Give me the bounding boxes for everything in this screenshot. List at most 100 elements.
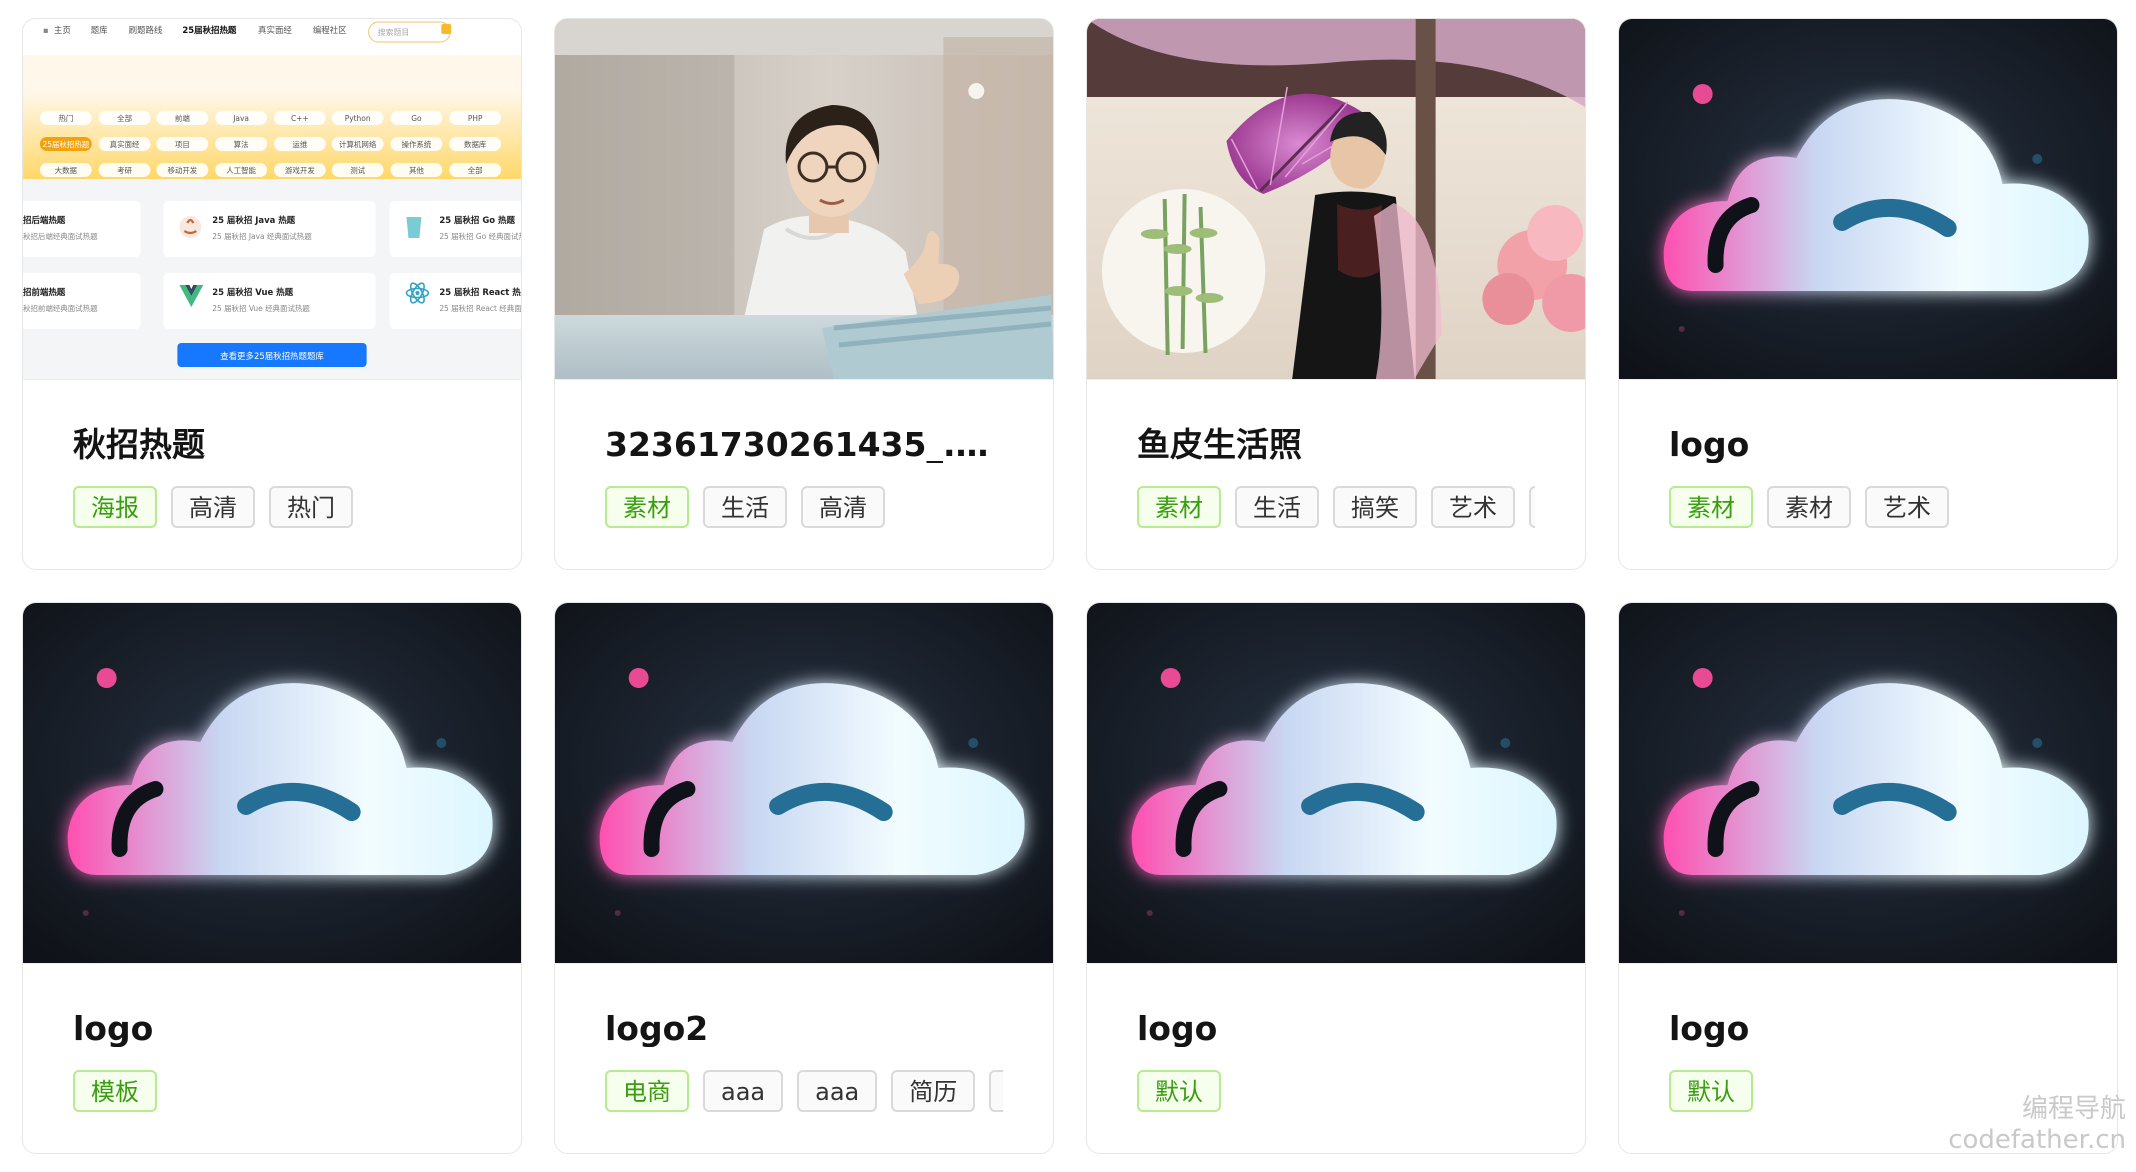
preview-item-desc: 秋招前端经典面试热题 — [23, 303, 98, 313]
category-tag[interactable]: 默认 — [1669, 1070, 1753, 1113]
website-screenshot-image: ▪ 主页 题库 刷题路线 25届秋招热题 真实面经 编程社区 搜索题目 热门 全… — [23, 19, 521, 379]
cloud-logo-image — [1087, 603, 1585, 963]
category-tag[interactable]: 模板 — [73, 1070, 157, 1113]
card-tags: 素材 生活 高清 — [605, 486, 1003, 529]
preview-chip: 25届秋招热题 — [42, 139, 89, 149]
picture-card[interactable]: logo 素材 素材 艺术 — [1618, 18, 2118, 570]
preview-chip: Python — [345, 114, 371, 123]
preview-chip: 热门 — [58, 113, 73, 123]
preview-item-desc: 25 届秋招 Vue 经典面试热题 — [212, 303, 310, 313]
card-meta: logo 模板 — [73, 1011, 471, 1113]
tag[interactable]: 高清 — [801, 486, 885, 529]
card-title: logo — [1669, 1011, 1750, 1048]
preview-chip: 人工智能 — [226, 165, 256, 175]
card-meta: 秋招热题 海报 高清 热门 — [73, 427, 471, 529]
tag[interactable]: 生活 — [1235, 486, 1319, 529]
preview-chip: PHP — [468, 114, 483, 123]
preview-item-desc: 秋招后端经典面试热题 — [23, 231, 98, 241]
picture-card[interactable]: 32361730261435_.pic_... 素材 生活 高清 — [554, 18, 1054, 570]
tag[interactable]: 艺术 — [1431, 486, 1515, 529]
picture-card[interactable]: logo 默认 — [1618, 602, 2118, 1154]
preview-item-title: 招后端热题 — [23, 215, 66, 225]
card-title: 秋招热题 — [73, 427, 205, 464]
card-thumbnail[interactable]: ▪ 主页 题库 刷题路线 25届秋招热题 真实面经 编程社区 搜索题目 热门 全… — [23, 19, 521, 380]
preview-chip: 测试 — [350, 165, 365, 175]
preview-nav-item: 题库 — [91, 25, 108, 35]
tag[interactable]: 艺 — [989, 1070, 1003, 1113]
preview-chip: 大数据 — [55, 165, 78, 175]
card-meta: 32361730261435_.pic_... 素材 生活 高清 — [605, 427, 1003, 529]
tag[interactable]: aaa — [797, 1070, 878, 1113]
card-thumbnail[interactable] — [555, 603, 1053, 964]
preview-chip: 算法 — [234, 139, 249, 149]
preview-item-title: 25 届秋招 Vue 热题 — [212, 287, 293, 297]
picture-card[interactable]: ▪ 主页 题库 刷题路线 25届秋招热题 真实面经 编程社区 搜索题目 热门 全… — [22, 18, 522, 570]
person-with-umbrella-image — [1087, 19, 1585, 379]
preview-cta: 查看更多25届秋招热题题库 — [220, 351, 324, 361]
tag[interactable]: 高清 — [171, 486, 255, 529]
preview-chip: Go — [411, 114, 422, 123]
tag[interactable]: 搞笑 — [1333, 486, 1417, 529]
preview-chip: 游戏开发 — [285, 165, 315, 175]
preview-item-desc: 25 届秋招 Java 经典面试热题 — [212, 231, 312, 241]
tag[interactable]: aaa — [703, 1070, 784, 1113]
tag[interactable]: 热门 — [269, 486, 353, 529]
tag[interactable]: 素材 — [1767, 486, 1851, 529]
picture-card[interactable]: logo 默认 — [1086, 602, 1586, 1154]
card-meta: logo 默认 — [1669, 1011, 2067, 1113]
preview-nav-item: 25届秋招热题 — [182, 25, 237, 35]
svg-text:▪: ▪ — [43, 25, 49, 35]
card-thumbnail[interactable] — [1619, 603, 2117, 964]
card-title: 32361730261435_.pic_... — [605, 427, 1003, 464]
card-thumbnail[interactable] — [1087, 603, 1585, 964]
picture-card[interactable]: 鱼皮生活照 素材 生活 搞笑 艺术 — [1086, 18, 1586, 570]
card-thumbnail[interactable] — [1087, 19, 1585, 380]
card-tags: 默认 — [1137, 1070, 1535, 1113]
picture-card[interactable]: logo 模板 — [22, 602, 522, 1154]
preview-chip: 考研 — [117, 166, 132, 175]
preview-chip: 运维 — [292, 139, 307, 149]
tag[interactable]: 生活 — [703, 486, 787, 529]
category-tag[interactable]: 默认 — [1137, 1070, 1221, 1113]
category-tag[interactable]: 电商 — [605, 1070, 689, 1113]
card-title: logo — [1137, 1011, 1218, 1048]
cloud-logo-image — [1619, 603, 2117, 963]
preview-nav-item: 主页 — [54, 25, 71, 35]
card-tags: 素材 素材 艺术 — [1669, 486, 2067, 529]
card-meta: logo 素材 素材 艺术 — [1669, 427, 2067, 529]
card-thumbnail[interactable] — [23, 603, 521, 964]
preview-nav-item: 真实面经 — [258, 25, 292, 35]
person-thumbs-up-image — [555, 19, 1053, 379]
picture-card[interactable]: logo2 电商 aaa aaa 简历 艺 — [554, 602, 1054, 1154]
card-tags: 海报 高清 热门 — [73, 486, 471, 529]
category-tag[interactable]: 素材 — [1137, 486, 1221, 529]
card-meta: 鱼皮生活照 素材 生活 搞笑 艺术 — [1137, 427, 1535, 529]
preview-chip: 全部 — [468, 165, 483, 175]
cloud-logo-image — [1619, 19, 2117, 379]
preview-chip: 项目 — [175, 140, 190, 149]
preview-item-desc: 25 届秋招 Go 经典面试热题 — [439, 231, 521, 241]
cloud-logo-image — [23, 603, 521, 963]
preview-chip: 真实面经 — [110, 139, 140, 149]
tag[interactable]: 艺术 — [1865, 486, 1949, 529]
picture-grid: ▪ 主页 题库 刷题路线 25届秋招热题 真实面经 编程社区 搜索题目 热门 全… — [22, 18, 2118, 1154]
preview-item-title: 招前端热题 — [23, 287, 66, 297]
preview-item-title: 25 届秋招 Java 热题 — [212, 215, 295, 225]
card-tags: 电商 aaa aaa 简历 艺 — [605, 1070, 1003, 1113]
category-tag[interactable]: 素材 — [1669, 486, 1753, 529]
preview-chip: 其他 — [409, 165, 424, 175]
preview-search-placeholder: 搜索题目 — [378, 27, 410, 37]
card-title: logo — [73, 1011, 154, 1048]
card-thumbnail[interactable] — [1619, 19, 2117, 380]
preview-item-desc: 25 届秋招 React 经典面试热题 — [439, 303, 521, 313]
card-tags: 模板 — [73, 1070, 471, 1113]
preview-chip: C++ — [291, 114, 309, 123]
card-meta: logo2 电商 aaa aaa 简历 艺 — [605, 1011, 1003, 1113]
tag[interactable] — [1529, 486, 1535, 529]
preview-item-title: 25 届秋招 React 热题 — [439, 287, 521, 297]
category-tag[interactable]: 海报 — [73, 486, 157, 529]
card-thumbnail[interactable] — [555, 19, 1053, 380]
category-tag[interactable]: 素材 — [605, 486, 689, 529]
tag[interactable]: 简历 — [891, 1070, 976, 1113]
preview-nav-item: 刷题路线 — [129, 25, 163, 35]
